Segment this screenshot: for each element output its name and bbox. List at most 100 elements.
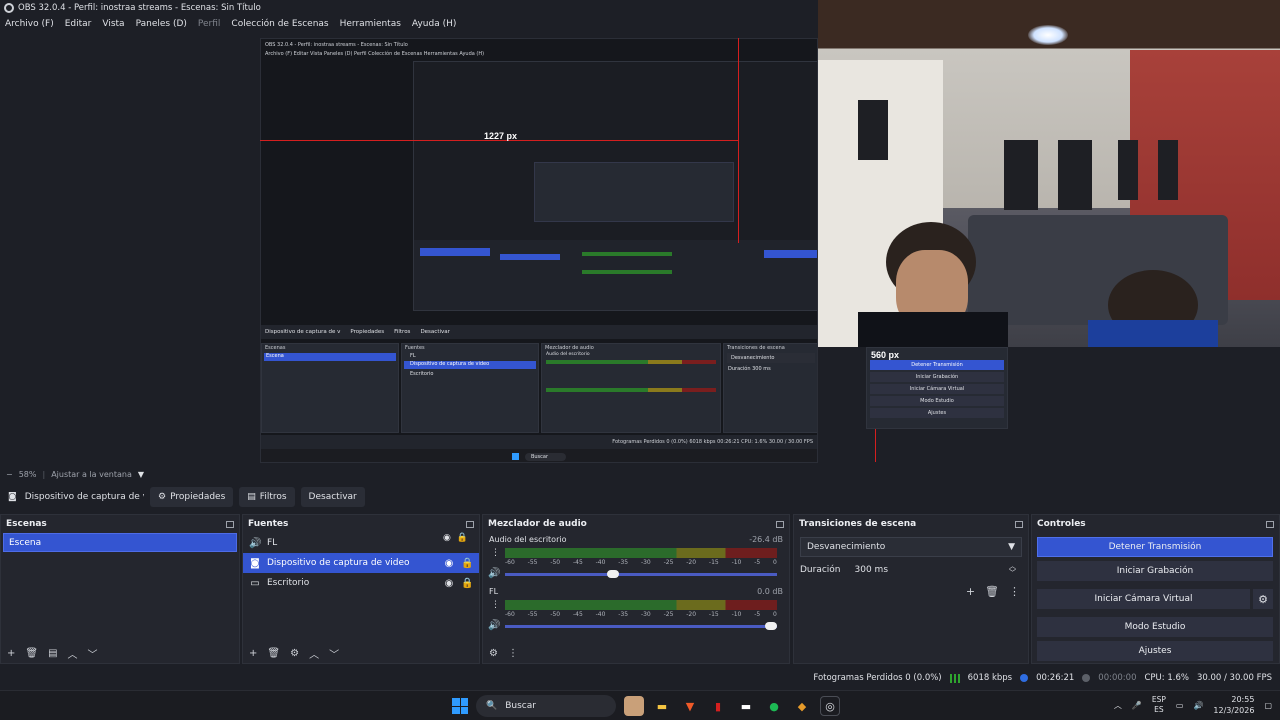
taskbar: 🔍 Buscar ▬ ▼ ▮ ▬ ● ◆ ◎ ︿ 🎤 ESP ES ▭ 🔊 20… (0, 690, 1280, 720)
taskbar-search[interactable]: 🔍 Buscar (476, 695, 616, 717)
network-icon[interactable]: ▭ (1176, 701, 1184, 710)
menu-editar[interactable]: Editar (65, 19, 92, 29)
gear-icon[interactable]: ⚙ (290, 648, 299, 659)
undock-icon[interactable] (226, 520, 234, 528)
eye-icon[interactable]: ◉ (443, 533, 451, 543)
stop-stream-button[interactable]: Detener Transmisión (1037, 537, 1273, 557)
undock-icon[interactable] (1266, 520, 1274, 528)
more-vertical-icon[interactable]: ⋮ (491, 600, 500, 610)
menu-ayuda[interactable]: Ayuda (H) (412, 19, 456, 29)
obs-logo-icon (4, 3, 14, 13)
lock-icon[interactable]: 🔒 (461, 578, 473, 589)
language-indicator[interactable]: ESP ES (1152, 695, 1166, 715)
nested-taskbar: Buscar (261, 449, 817, 462)
spotify-icon[interactable]: ● (764, 696, 784, 716)
spin-arrows-icon[interactable]: ︿ ﹀ (1009, 563, 1016, 577)
trash-icon[interactable]: 🗑 (25, 648, 38, 659)
obs-taskbar-icon[interactable]: ◎ (820, 696, 840, 716)
gear-icon[interactable]: ⚙ (489, 648, 498, 659)
source-item-capture[interactable]: ◙ Dispositivo de captura de video ◉ 🔒 (243, 553, 479, 573)
chevron-down-icon[interactable]: ﹀ (329, 646, 339, 661)
windows-start-icon[interactable] (452, 698, 468, 714)
chevron-up-icon[interactable]: ︿ (309, 646, 319, 661)
lock-icon[interactable]: 🔒 (457, 533, 468, 543)
eye-icon[interactable]: ◉ (443, 578, 455, 589)
bounding-box-left (738, 38, 739, 243)
chevron-up-icon[interactable]: ︿ (68, 646, 78, 661)
slider-knob[interactable] (607, 570, 620, 578)
zoom-out-button[interactable]: − (6, 470, 13, 479)
properties-button[interactable]: ⚙ Propiedades (150, 487, 234, 507)
transition-select[interactable]: Desvanecimiento ▼ (800, 537, 1022, 557)
title-bar: OBS 32.0.4 - Perfil: inostraa streams - … (0, 0, 818, 16)
speaker-icon[interactable]: 🔊 (488, 620, 500, 631)
dropped-frames: Fotogramas Perdidos 0 (0.0%) (813, 673, 942, 683)
chevron-up-icon[interactable]: ︿ (1114, 700, 1122, 711)
folder-icon[interactable]: ▬ (652, 696, 672, 716)
add-icon[interactable]: + (249, 648, 257, 659)
slider-knob[interactable] (765, 622, 777, 630)
nested-controls: 560 px Detener Transmisión Iniciar Graba… (866, 347, 1008, 429)
app-orange-icon[interactable]: ◆ (792, 696, 812, 716)
more-vertical-icon[interactable]: ⋮ (491, 548, 500, 558)
microphone-icon[interactable]: 🎤 (1132, 701, 1142, 710)
speaker-icon[interactable]: 🔊 (488, 568, 500, 579)
studio-mode-button[interactable]: Modo Estudio (1037, 617, 1273, 637)
gear-icon: ⚙ (158, 492, 167, 502)
clock[interactable]: 20:55 12/3/2026 (1213, 694, 1254, 716)
signal-icon (949, 673, 960, 683)
settings-button[interactable]: Ajustes (1037, 641, 1273, 661)
more-vertical-icon[interactable]: ⋮ (1009, 585, 1020, 598)
start-recording-button[interactable]: Iniciar Grabación (1037, 561, 1273, 581)
undock-icon[interactable] (776, 520, 784, 528)
chevron-down-icon[interactable]: ▼ (138, 470, 144, 479)
gear-icon[interactable]: ⚙ (1253, 589, 1273, 609)
start-virtual-cam-button[interactable]: Iniciar Cámara Virtual (1037, 589, 1250, 609)
duration-spinbox[interactable]: 300 ms ︿ ﹀ (848, 561, 1022, 579)
nested-mixer: Mezclador de audio Audio del escritorio (541, 343, 721, 433)
nested-obs-capture: OBS 32.0.4 - Perfil: inostraa streams - … (260, 38, 818, 463)
brave-browser-icon[interactable]: ▼ (680, 696, 700, 716)
transitions-title: Transiciones de escena (799, 519, 917, 529)
nested-status: Fotogramas Perdidos 0 (0.0%) 6018 kbps 0… (261, 435, 817, 449)
menu-herramientas[interactable]: Herramientas (340, 19, 401, 29)
volume-meter (505, 600, 777, 610)
filters-button[interactable]: ▤ Filtros (239, 487, 295, 507)
menu-paneles[interactable]: Paneles (D) (136, 19, 187, 29)
filter-icon[interactable]: ▤ (48, 648, 57, 659)
volume-slider[interactable] (505, 622, 777, 630)
app-dark-icon[interactable]: ▬ (736, 696, 756, 716)
volume-icon[interactable]: 🔊 (1193, 701, 1203, 710)
menu-perfil[interactable]: Perfil (198, 19, 221, 29)
webcam-feed (818, 0, 1280, 347)
add-icon[interactable]: + (966, 585, 975, 598)
eye-icon[interactable]: ◉ (443, 558, 455, 569)
trash-icon[interactable]: 🗑 (267, 648, 280, 659)
nested-title: OBS 32.0.4 - Perfil: inostraa streams - … (265, 42, 408, 48)
deactivate-button[interactable]: Desactivar (300, 487, 365, 507)
volume-slider[interactable] (505, 570, 777, 578)
app-red-icon[interactable]: ▮ (708, 696, 728, 716)
widget-icon[interactable] (624, 696, 644, 716)
add-icon[interactable]: + (7, 648, 15, 659)
undock-icon[interactable] (1015, 520, 1023, 528)
source-item-desktop[interactable]: ▭ Escritorio ◉ 🔒 (243, 573, 479, 593)
chevron-down-icon[interactable]: ﹀ (88, 646, 98, 661)
nested-sources: Fuentes FL Dispositivo de captura de vid… (401, 343, 539, 433)
mixer-title: Mezclador de audio (488, 519, 587, 529)
lock-icon[interactable]: 🔒 (461, 558, 473, 569)
controls-title: Controles (1037, 519, 1086, 529)
more-vertical-icon[interactable]: ⋮ (508, 648, 518, 659)
monitor-icon: ▭ (250, 577, 260, 589)
trash-icon[interactable]: 🗑 (985, 585, 999, 598)
scene-item[interactable]: Escena (3, 533, 237, 552)
notification-icon[interactable]: ▢ (1264, 701, 1272, 710)
undock-icon[interactable] (466, 520, 474, 528)
source-toolbar: ◙ Dispositivo de captura de v ⚙ Propieda… (0, 484, 1280, 510)
menu-coleccion[interactable]: Colección de Escenas (231, 19, 328, 29)
channel-name: FL (489, 587, 499, 596)
zoom-level[interactable]: 58% (19, 470, 37, 479)
fit-window-select[interactable]: Ajustar a la ventana (51, 470, 132, 479)
menu-vista[interactable]: Vista (102, 19, 124, 29)
menu-archivo[interactable]: Archivo (F) (5, 19, 54, 29)
